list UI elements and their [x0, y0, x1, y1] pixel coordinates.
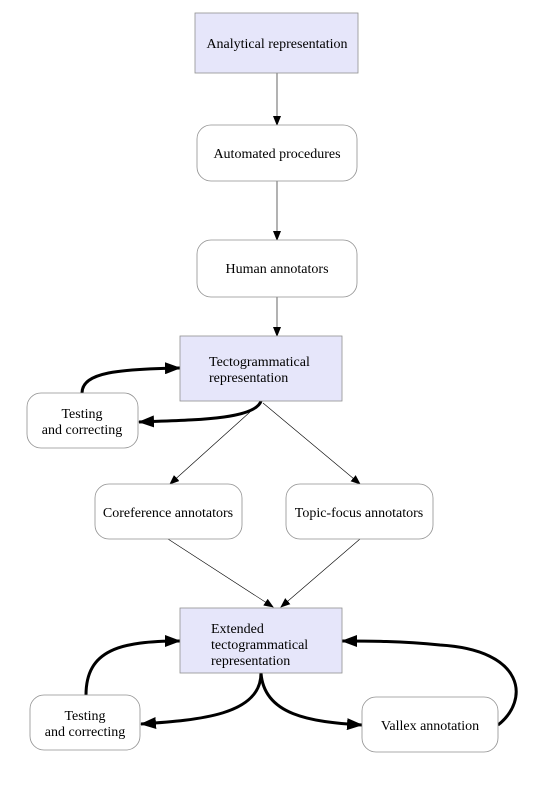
- edge-testing1-tecto: [80, 362, 181, 394]
- label-tecto-2: representation: [209, 371, 288, 386]
- label-testing1-1: Testing: [61, 407, 102, 422]
- label-testing2-2: and correcting: [45, 725, 125, 740]
- label-coref: Coreference annotators: [103, 506, 233, 521]
- label-testing2-1: Testing: [64, 709, 105, 724]
- edge-coref-extended: [167, 538, 274, 608]
- edge-tecto-topic: [262, 402, 361, 485]
- edge-topic-extended: [280, 538, 361, 608]
- label-tecto-1: Tectogrammatical: [209, 355, 310, 370]
- edge-extended-testing2: [140, 672, 263, 729]
- edge-extended-vallex: [259, 672, 363, 731]
- label-vallex: Vallex annotation: [381, 719, 479, 734]
- label-analytical: Analytical representation: [206, 37, 347, 52]
- label-automated: Automated procedures: [213, 147, 340, 162]
- label-testing1-2: and correcting: [42, 423, 122, 438]
- label-extended-1: Extended: [211, 622, 264, 637]
- workflow-diagram: Analytical representation Automated proc…: [26, 12, 518, 753]
- label-extended-2: tectogrammatical: [211, 638, 308, 653]
- edge-tecto-coref: [169, 411, 251, 485]
- label-topic: Topic-focus annotators: [295, 506, 423, 521]
- label-extended-3: representation: [211, 654, 290, 669]
- label-human: Human annotators: [225, 262, 328, 277]
- edge-testing2-extended: [84, 635, 181, 696]
